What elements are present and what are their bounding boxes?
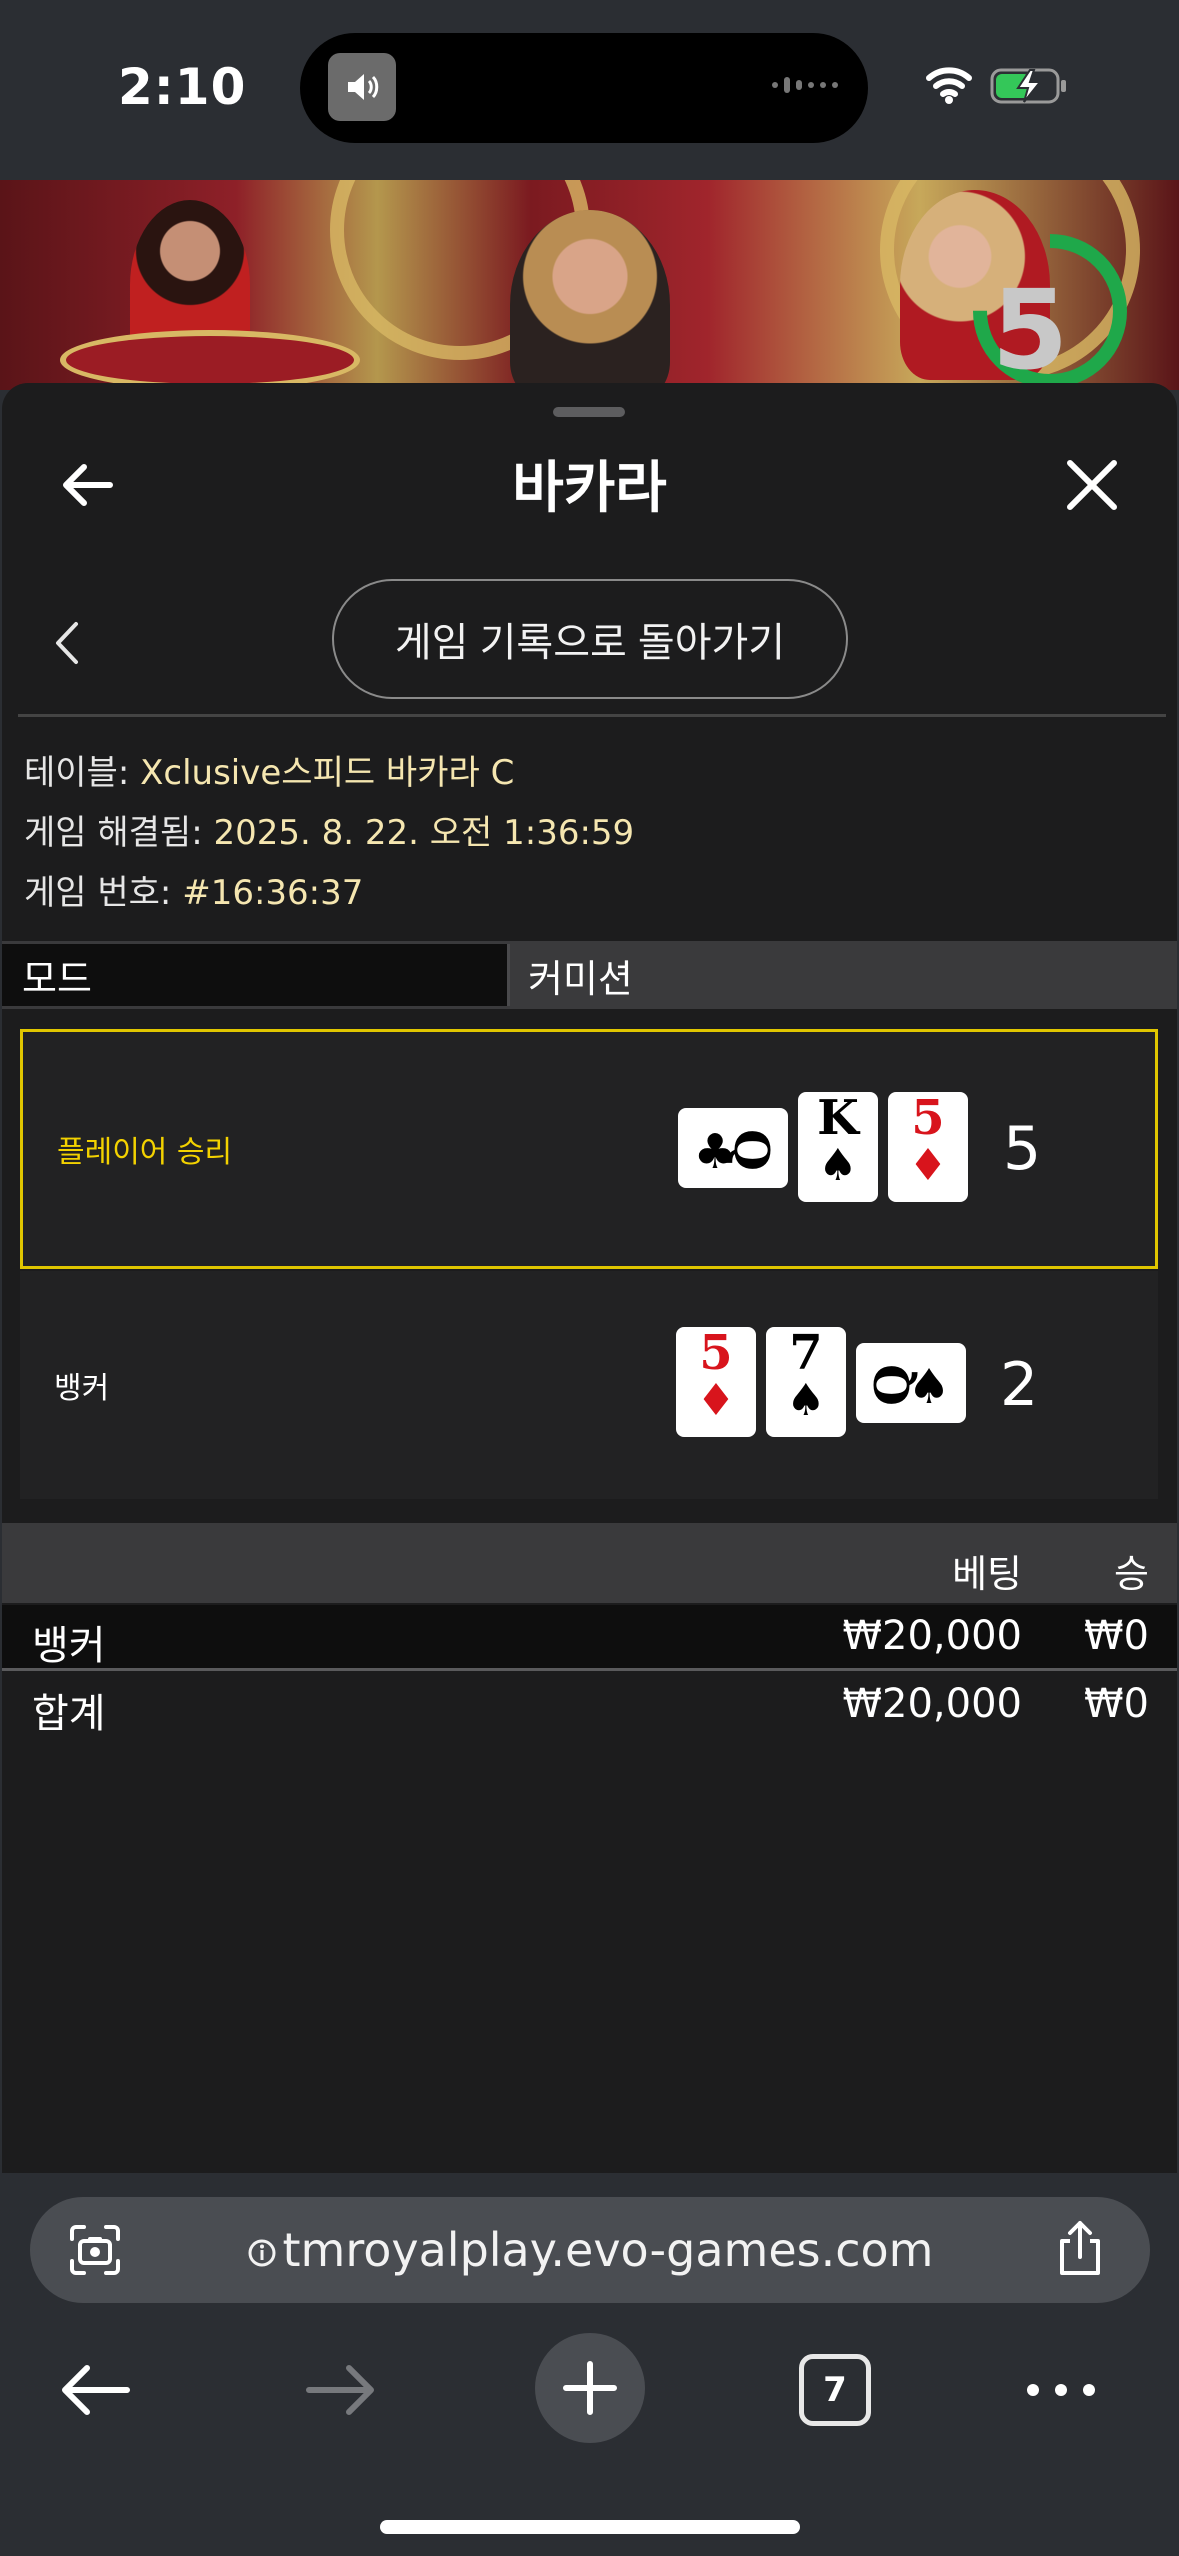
playing-card: K ♠ [798,1092,878,1202]
tab-count: 7 [799,2354,871,2426]
card-rank: 5 [911,1090,945,1146]
status-bar: 2:10 [0,0,1179,180]
new-tab-button[interactable] [535,2333,645,2443]
info-icon[interactable] [247,2238,277,2268]
mode-tabs: 모드 커미션 [2,941,1177,1009]
speaker-icon [328,53,396,121]
player-result-label: 플레이어 승리 [57,1135,233,1170]
baccarat-table [60,330,360,390]
bets-table-header: 베팅 승 [2,1523,1177,1603]
tabs-button[interactable]: 7 [780,2335,890,2445]
playing-card: 7 ♠ [766,1327,846,1437]
browser-forward-button[interactable] [286,2335,396,2445]
resolved-value: 2025. 8. 22. 오전 1:36:59 [213,813,635,853]
game-number-label: 게임 번호: [24,873,183,913]
card-suit: ♠ [818,1140,858,1191]
url-value: tmroyalplay.evo-games.com [282,2223,934,2277]
table-label: 테이블: [24,753,141,793]
return-to-history-button[interactable]: 게임 기록으로 돌아가기 [332,579,848,699]
total-win: ₩0 [1084,1681,1149,1727]
home-indicator[interactable] [380,2520,800,2534]
chevron-left-icon[interactable] [52,618,82,668]
arrow-left-icon [62,2365,130,2415]
url-text[interactable]: tmroyalplay.evo-games.com [30,2223,1150,2277]
more-menu-button[interactable] [1006,2335,1116,2445]
card-rank: 5 [699,1325,733,1381]
game-number-info: 게임 번호: #16:36:37 [24,865,363,914]
audio-level-icon [772,77,838,93]
table-value: Xclusive스피드 바카라 C [140,753,515,793]
total-label: 합계 [32,1691,106,1737]
banker-result-label: 뱅커 [54,1371,110,1406]
battery-charging-icon [990,68,1066,104]
dealer-figure [510,210,670,390]
win-amount: ₩0 [1084,1613,1149,1659]
dynamic-island [300,33,868,143]
card-suit: ♦ [908,1140,948,1191]
card-suit: ♦ [696,1375,736,1426]
address-bar[interactable]: tmroyalplay.evo-games.com [30,2197,1150,2303]
playing-card: 5 ♦ [888,1092,968,1202]
share-icon[interactable] [1052,2219,1108,2279]
card-rank: K [817,1090,859,1146]
browser-back-button[interactable] [40,2335,150,2445]
tab-commission[interactable]: 커미션 [510,944,1177,1006]
browser-toolbar: tmroyalplay.evo-games.com 7 [0,2173,1179,2556]
page-title: 바카라 [512,456,667,521]
plus-icon [563,2361,617,2415]
card-suit: ♠ [907,1359,951,1415]
player-score: 5 [1003,1114,1042,1184]
game-history-sheet: 바카라 게임 기록으로 돌아가기 테이블: Xclusive스피드 바카라 C … [2,383,1177,2173]
card-rank: 7 [789,1325,823,1381]
bet-amount: ₩20,000 [842,1613,1022,1659]
sheet-grabber[interactable] [553,407,625,417]
divider [2,1668,1177,1671]
win-column-header: 승 [1114,1552,1149,1596]
player-result-row: 플레이어 승리 ♣ Q K ♠ 5 ♦ 5 [20,1029,1158,1269]
banker-result-row: 뱅커 5 ♦ 7 ♠ Q ♠ 2 [20,1271,1158,1499]
card-suit: ♠ [786,1375,826,1426]
close-icon[interactable] [1060,453,1124,517]
bet-type: 뱅커 [32,1623,106,1669]
live-video-preview[interactable]: 5 [0,180,1179,390]
wifi-icon [926,67,972,104]
game-number-value: #16:36:37 [182,873,364,913]
countdown-number: 5 [991,266,1069,390]
tab-mode[interactable]: 모드 [2,944,510,1006]
card-rank: Q [723,1129,779,1171]
banker-score: 2 [1000,1350,1039,1420]
table-info: 테이블: Xclusive스피드 바카라 C [24,745,514,794]
resolved-label: 게임 해결됨: [24,813,214,853]
table-row-total: 합계 ₩20,000 ₩0 [2,1673,1177,1737]
divider [18,714,1166,717]
bet-column-header: 베팅 [952,1552,1022,1596]
table-row: 뱅커 ₩20,000 ₩0 [2,1605,1177,1669]
total-bet: ₩20,000 [842,1681,1022,1727]
playing-card: Q ♠ [856,1343,966,1423]
resolved-info: 게임 해결됨: 2025. 8. 22. 오전 1:36:59 [24,805,634,854]
ellipsis-icon [1027,2384,1095,2396]
playing-card: ♣ Q [678,1108,788,1188]
playing-card: 5 ♦ [676,1327,756,1437]
arrow-right-icon [306,2365,374,2415]
status-time: 2:10 [118,58,247,116]
